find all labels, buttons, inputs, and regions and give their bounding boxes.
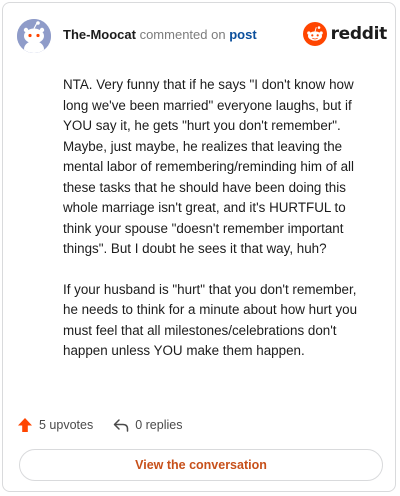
replies-stat[interactable]: 0 replies xyxy=(113,417,182,433)
byline: The-Moocat commented on post xyxy=(63,27,257,42)
reply-arrow-icon xyxy=(113,419,129,432)
comment-paragraph: If your husband is "hurt" that you don't… xyxy=(63,281,358,359)
byline-action: commented on xyxy=(139,27,226,42)
user-avatar[interactable] xyxy=(17,19,51,53)
reddit-logo-icon xyxy=(302,22,327,46)
comment-header: The-Moocat commented on post reddit xyxy=(17,17,387,57)
snoo-avatar-icon xyxy=(17,19,51,53)
replies-count: 0 replies xyxy=(135,418,183,432)
upvote-arrow-icon xyxy=(18,418,32,432)
post-link[interactable]: post xyxy=(229,27,256,42)
upvotes-count: 5 upvotes xyxy=(39,418,94,432)
reddit-wordmark: reddit xyxy=(330,24,388,44)
comment-footer: 5 upvotes 0 replies xyxy=(17,415,202,435)
comment-body: NTA. Very funny that if he says "I don't… xyxy=(63,75,363,382)
comment-paragraph: NTA. Very funny that if he says "I don't… xyxy=(63,77,355,256)
upvotes-stat[interactable]: 5 upvotes xyxy=(17,417,93,433)
author-name[interactable]: The-Moocat xyxy=(63,27,136,42)
view-conversation-button[interactable]: View the conversation xyxy=(19,449,383,481)
reddit-logo[interactable]: reddit xyxy=(302,21,388,47)
comment-embed-card: The-Moocat commented on post reddit NTA.… xyxy=(2,2,396,492)
